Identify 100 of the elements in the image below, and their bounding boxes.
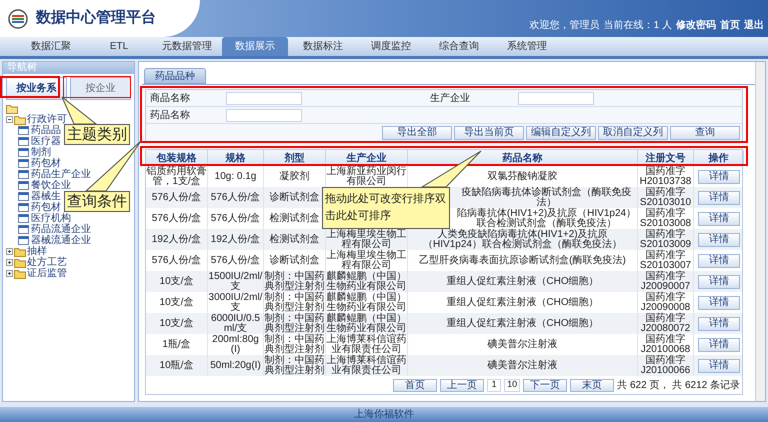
details-button[interactable]: 详情 <box>698 190 740 204</box>
details-button[interactable]: 详情 <box>698 274 740 288</box>
tree-item[interactable]: 器械流通企业 <box>31 235 91 246</box>
toolbar-button[interactable]: 取消自定义列 <box>598 126 668 140</box>
tree-item[interactable]: 医疗器 <box>31 136 61 147</box>
highlight-frame <box>0 76 60 98</box>
tree-item[interactable]: 药品品 <box>31 125 61 136</box>
details-button[interactable]: 详情 <box>698 316 740 330</box>
pager-button[interactable]: 末页 <box>570 378 614 392</box>
input-field[interactable] <box>226 92 302 105</box>
header-link[interactable]: 退出 <box>744 18 764 33</box>
table-cell: 576人份/盒 <box>152 192 202 202</box>
table-cell: 碘美普尔注射液 <box>488 340 558 350</box>
nav-tab[interactable]: 系统管理 <box>494 37 560 56</box>
sidebar-tab[interactable]: 按企业 <box>70 77 131 100</box>
table-cell: 上海新亚药业闵行有限公司 <box>326 166 407 186</box>
tree-folder[interactable]: 处方工艺 <box>27 257 67 268</box>
input-field[interactable] <box>226 109 302 122</box>
table-cell-text: 200ml:80g(I) <box>211 334 260 354</box>
tree-item[interactable]: 餐饮企业 <box>31 180 71 191</box>
document-icon <box>18 137 29 146</box>
table-cell: 3000IU/2ml/支 <box>208 292 263 312</box>
tree-item[interactable]: 药品生产企业 <box>31 169 91 180</box>
table-cell-text: 疫缺陷病毒抗体诊断试剂盒（酶联免疫法） <box>460 188 632 208</box>
table-cell: 制剂：中国药典剂型注射剂 <box>264 356 325 376</box>
details-button[interactable]: 详情 <box>698 170 740 184</box>
folder-icon <box>14 258 26 268</box>
tree-folder[interactable]: 证后监管 <box>27 268 67 279</box>
details-button[interactable]: 详情 <box>698 212 740 226</box>
pager-button[interactable]: 下一页 <box>523 378 568 392</box>
toolbar-button[interactable]: 查询 <box>670 126 740 140</box>
details-button[interactable]: 详情 <box>698 296 740 310</box>
document-icon <box>18 192 29 201</box>
table-cell: 乙型肝炎病毒表面抗原诊断试剂盒(酶联免疫法) <box>419 256 626 266</box>
document-icon <box>18 170 29 179</box>
footer-text: 上海你福软件 <box>354 408 414 422</box>
table-cell-text: 国药准字J20090007 <box>640 272 692 292</box>
document-icon <box>18 214 29 223</box>
table-cell-text: 国药准字S20103007 <box>638 250 692 270</box>
table-cell: 麒麟鲲鹏（中国）生物药业有限公司 <box>326 314 407 334</box>
nav-tab[interactable]: 数据汇聚 <box>18 37 84 56</box>
header-link[interactable]: 修改密码 <box>676 18 716 33</box>
table-cell-text: 国药准字H20103738 <box>638 166 692 186</box>
pager-button[interactable]: 上一页 <box>440 378 484 392</box>
table-cell-text: 人类免疫缺陷病毒抗体(HIV1+2)及抗原（HIV1p24）联合检测试剂盒（酶联免疫法） <box>422 230 623 250</box>
folder-icon <box>14 246 26 256</box>
callout-label: 查询条件 <box>64 191 130 212</box>
open-folder-icon <box>14 114 26 124</box>
expand-icon[interactable] <box>6 270 13 277</box>
input-field[interactable] <box>518 92 594 105</box>
document-icon <box>18 236 29 245</box>
tree-item[interactable]: 医疗机构 <box>31 213 71 224</box>
document-icon <box>18 203 29 212</box>
tree-item[interactable]: 器械生 <box>31 191 61 202</box>
tree-folder[interactable]: 行政许可 <box>27 114 67 125</box>
tree-item[interactable]: 药包材 <box>31 202 61 213</box>
welcome-text: 欢迎您，管理员 <box>530 18 600 33</box>
table-cell: 576人份/盒 <box>210 192 260 202</box>
table-cell: 10g: 0.1g <box>214 172 256 182</box>
table-cell: 制剂：中国药典剂型注射剂 <box>264 334 325 354</box>
nav-tab[interactable]: 数据标注 <box>290 37 356 56</box>
page-input[interactable]: 1 <box>487 378 502 392</box>
table-cell: 重组人促红素注射液（CHO细胞） <box>446 276 599 286</box>
nav-tab[interactable]: 调度监控 <box>358 37 424 56</box>
toolbar-button[interactable]: 导出当前页 <box>454 126 524 140</box>
toolbar-button[interactable]: 导出全部 <box>382 126 452 140</box>
details-button[interactable]: 详情 <box>698 254 740 268</box>
expand-icon[interactable] <box>6 259 13 266</box>
table-cell: 重组人促红素注射液（CHO细胞） <box>446 318 599 328</box>
table-cell: 576人份/盒 <box>152 214 202 224</box>
table-cell: 陷病毒抗体(HIV1+2)及抗原（HIV1p24）联合检测试剂盒（酶联免疫法） <box>456 208 637 228</box>
table-cell: 1500IU/2ml/支 <box>208 272 263 292</box>
tree-item[interactable]: 药品流通企业 <box>31 224 91 235</box>
page-size-input[interactable]: 10 <box>504 378 520 392</box>
header-link[interactable]: 首页 <box>720 18 740 33</box>
collapse-icon[interactable] <box>6 116 13 123</box>
tree-item[interactable]: 制剂 <box>31 147 51 158</box>
nav-tab[interactable]: 元数据管理 <box>154 37 220 56</box>
tree-folder[interactable]: 抽样 <box>27 246 47 257</box>
details-button[interactable]: 详情 <box>698 338 740 352</box>
table-cell: 10支/盒 <box>160 318 194 328</box>
app-title: 数据中心管理平台 <box>36 8 156 28</box>
table-cell: 10瓶/盒 <box>160 360 194 370</box>
nav-tab[interactable]: ETL <box>86 37 152 56</box>
logo-icon <box>8 8 28 28</box>
tree-item[interactable]: 药包材 <box>31 158 61 169</box>
expand-icon[interactable] <box>6 248 13 255</box>
nav-tab[interactable]: 数据展示 <box>222 37 288 56</box>
toolbar-button[interactable]: 编辑自定义列 <box>526 126 596 140</box>
details-button[interactable]: 详情 <box>698 232 740 246</box>
details-button[interactable]: 详情 <box>698 358 740 372</box>
content-tab[interactable]: 药品品种 <box>144 68 206 84</box>
table-cell-text: 国药准字S20103009 <box>638 230 692 250</box>
pager-button[interactable]: 首页 <box>393 378 438 392</box>
document-icon <box>18 159 29 168</box>
document-icon <box>18 126 29 135</box>
table-cell: 50ml:20g(I) <box>210 360 261 370</box>
document-icon <box>18 225 29 234</box>
highlight-frame <box>63 76 131 98</box>
nav-tab[interactable]: 综合查询 <box>426 37 492 56</box>
